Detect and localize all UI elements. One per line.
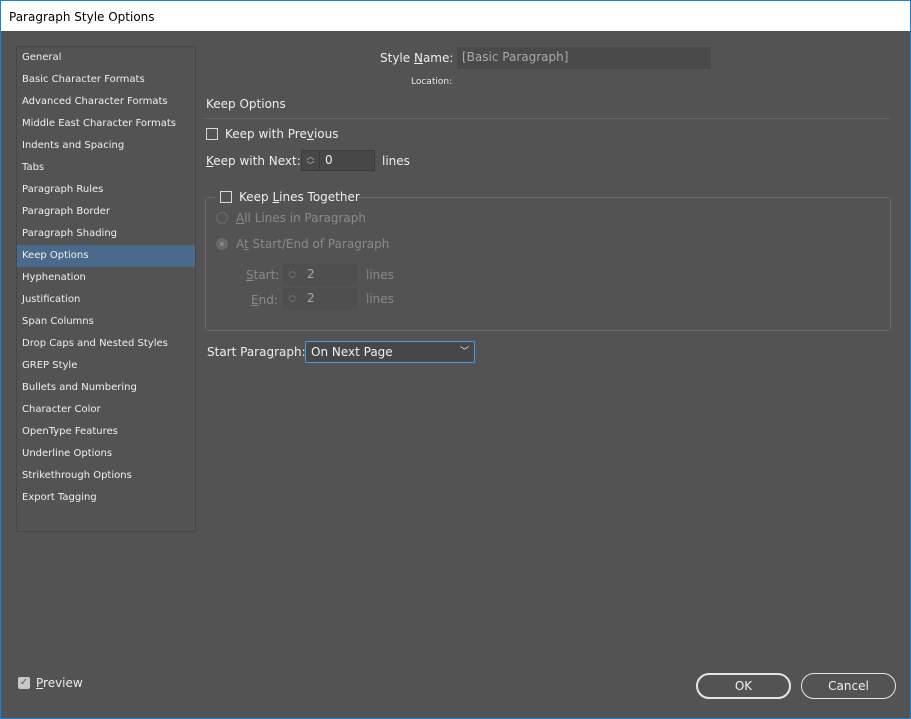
start-lines-unit: lines — [366, 268, 394, 282]
end-lines-unit: lines — [366, 292, 394, 306]
sidebar-item-paragraph-rules[interactable]: Paragraph Rules — [17, 179, 195, 201]
start-paragraph-label: Start Paragraph: — [207, 345, 306, 359]
stepper-arrows-icon[interactable]: ︿ ﹀ — [284, 289, 302, 308]
preview-label: Preview — [36, 676, 83, 690]
sidebar-item-opentype-features[interactable]: OpenType Features — [17, 421, 195, 443]
sidebar-item-character-color[interactable]: Character Color — [17, 399, 195, 421]
title-bar: Paragraph Style Options — [1, 1, 910, 31]
sidebar-item-justification[interactable]: Justification — [17, 289, 195, 311]
location-label: Location: — [411, 77, 453, 87]
style-name-input[interactable]: [Basic Paragraph] — [457, 47, 711, 69]
window-title: Paragraph Style Options — [9, 10, 155, 24]
start-paragraph-dropdown[interactable]: On Next Page ﹀ — [305, 341, 475, 363]
keep-with-previous-checkbox[interactable] — [206, 128, 218, 140]
chevron-down-icon: ﹀ — [459, 347, 469, 357]
sidebar-item-strikethrough-options[interactable]: Strikethrough Options — [17, 465, 195, 487]
end-lines-stepper[interactable]: ︿ ﹀ 2 — [283, 288, 357, 309]
sidebar-item-keep-options[interactable]: Keep Options — [17, 245, 195, 267]
start-end-radio[interactable] — [216, 238, 228, 250]
sidebar-item-basic-character-formats[interactable]: Basic Character Formats — [17, 69, 195, 91]
sidebar-item-paragraph-shading[interactable]: Paragraph Shading — [17, 223, 195, 245]
section-divider — [205, 118, 890, 119]
dialog-window: Paragraph Style Options General Basic Cha… — [0, 0, 911, 719]
sidebar-item-bullets-and-numbering[interactable]: Bullets and Numbering — [17, 377, 195, 399]
section-title: Keep Options — [206, 97, 286, 111]
start-lines-stepper[interactable]: ︿ ﹀ 2 — [283, 264, 357, 285]
sidebar-item-span-columns[interactable]: Span Columns — [17, 311, 195, 333]
start-paragraph-value: On Next Page — [311, 345, 393, 359]
sidebar-item-grep-style[interactable]: GREP Style — [17, 355, 195, 377]
keep-with-previous-label: Keep with Previous — [225, 127, 339, 141]
ok-button[interactable]: OK — [696, 673, 791, 699]
keep-with-next-stepper[interactable]: ︿ ﹀ 0 — [301, 150, 375, 171]
cancel-button[interactable]: Cancel — [801, 673, 896, 699]
start-end-label: At Start/End of Paragraph — [236, 237, 390, 251]
stepper-arrows-icon[interactable]: ︿ ﹀ — [302, 151, 320, 170]
sidebar-item-export-tagging[interactable]: Export Tagging — [17, 487, 195, 509]
sidebar-item-drop-caps-and-nested-styles[interactable]: Drop Caps and Nested Styles — [17, 333, 195, 355]
sidebar-item-hyphenation[interactable]: Hyphenation — [17, 267, 195, 289]
sidebar-item-indents-and-spacing[interactable]: Indents and Spacing — [17, 135, 195, 157]
keep-with-next-unit: lines — [382, 154, 410, 168]
sidebar-item-underline-options[interactable]: Underline Options — [17, 443, 195, 465]
all-lines-label: All Lines in Paragraph — [236, 211, 366, 225]
keep-lines-together-label: Keep Lines Together — [239, 190, 360, 204]
all-lines-radio[interactable] — [216, 212, 228, 224]
category-list: General Basic Character Formats Advanced C… — [16, 46, 196, 532]
preview-checkbox[interactable]: ✓ — [18, 677, 30, 689]
sidebar-item-paragraph-border[interactable]: Paragraph Border — [17, 201, 195, 223]
sidebar-item-advanced-character-formats[interactable]: Advanced Character Formats — [17, 91, 195, 113]
sidebar-item-general[interactable]: General — [17, 47, 195, 69]
keep-with-next-label: Keep with Next: — [206, 154, 301, 168]
style-name-label: Style Name: — [380, 51, 454, 65]
keep-lines-together-checkbox[interactable] — [220, 191, 232, 203]
sidebar-item-tabs[interactable]: Tabs — [17, 157, 195, 179]
sidebar-item-middle-east-character-formats[interactable]: Middle East Character Formats — [17, 113, 195, 135]
stepper-arrows-icon[interactable]: ︿ ﹀ — [284, 265, 302, 284]
end-label: End: — [251, 293, 278, 307]
start-label: Start: — [246, 268, 280, 282]
